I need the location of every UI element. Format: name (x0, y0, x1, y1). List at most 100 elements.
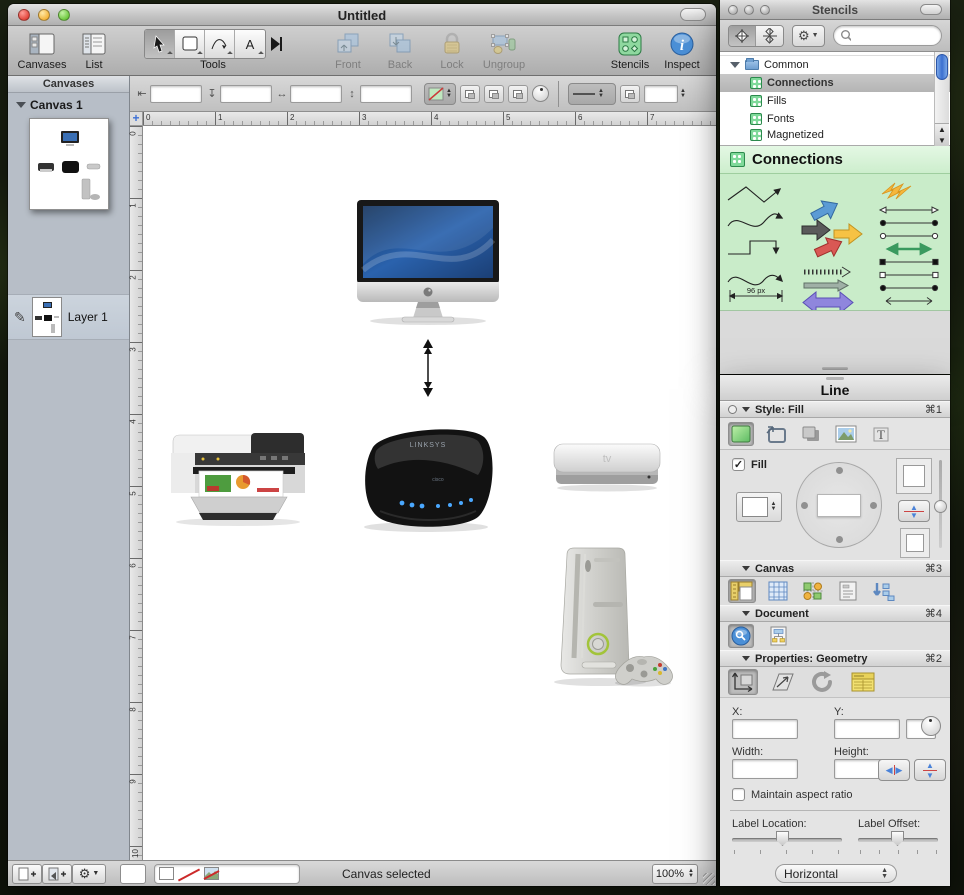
canvas-action-menu-button[interactable]: ⚙▼ (72, 864, 106, 884)
geometry-section-header[interactable]: Properties: Geometry ⌘2 (720, 650, 950, 667)
object-y-field[interactable] (220, 85, 272, 103)
collapse-triangle-icon[interactable] (742, 611, 750, 616)
slider-thumb[interactable] (934, 500, 947, 513)
canvas-object-imac[interactable] (356, 200, 501, 331)
stencil-view-single-button[interactable] (729, 26, 756, 46)
document-section-header[interactable]: Document ⌘4 (720, 605, 950, 622)
image-tab[interactable] (833, 422, 859, 446)
stencil-item-fills[interactable]: Fills (720, 92, 950, 110)
canvas-section-header[interactable]: Canvas ⌘3 (720, 560, 950, 577)
ungroup-button[interactable]: Ungroup (478, 29, 530, 71)
line-width-stepper[interactable]: ▲▼ (680, 89, 686, 99)
rotation-tab[interactable] (808, 669, 838, 695)
stroke-none-chip[interactable] (179, 867, 199, 880)
collapse-triangle-icon[interactable] (742, 656, 750, 661)
canvas-object-printer[interactable] (163, 426, 313, 533)
maintain-aspect-checkbox[interactable] (732, 788, 745, 801)
horizontal-ruler[interactable]: 0 1 2 3 4 5 6 7 (143, 112, 716, 126)
collapse-triangle-icon[interactable] (742, 407, 750, 412)
search-input[interactable] (854, 30, 935, 42)
dial-dot-west[interactable] (801, 502, 808, 509)
shear-tab[interactable] (768, 669, 798, 695)
stencil-item-connections[interactable]: Connections (720, 74, 950, 92)
geometry-width-field[interactable] (732, 759, 798, 779)
label-location-slider[interactable] (732, 838, 842, 842)
scrollbar-thumb[interactable] (936, 54, 948, 80)
corner-style-button[interactable] (620, 85, 640, 103)
fill-tab[interactable] (728, 422, 754, 446)
stencil-resize-handle[interactable] (822, 367, 848, 370)
disclosure-triangle-icon[interactable] (730, 62, 740, 68)
text-tool[interactable]: A (235, 30, 265, 58)
zoom-stepper[interactable]: ▲▼ (688, 869, 694, 879)
line-style-button[interactable]: ▲▼ (568, 83, 616, 105)
connections-stencil-preview[interactable]: 96 px (720, 174, 950, 310)
tools-expand-icon[interactable] (270, 35, 282, 53)
geometry-x-field[interactable] (732, 719, 798, 739)
rotation-dial[interactable] (921, 716, 941, 736)
rotation-knob[interactable] (532, 85, 549, 102)
slider-thumb[interactable] (776, 831, 789, 846)
label-offset-slider[interactable] (858, 838, 938, 842)
shadow-option-button-2[interactable] (484, 85, 504, 103)
shadow-option-button-1[interactable] (460, 85, 480, 103)
fill-preview-bottom[interactable] (900, 528, 930, 558)
alignment-tab[interactable] (800, 579, 826, 603)
shadow-tab[interactable] (798, 422, 824, 446)
color-stepper[interactable]: ▲▼ (771, 502, 777, 512)
slider-thumb[interactable] (891, 831, 904, 846)
fill-color-well[interactable]: ▲▼ (736, 492, 782, 522)
line-width-field[interactable] (644, 85, 678, 103)
canvas-1-thumbnail[interactable] (29, 118, 109, 210)
canvases-button[interactable]: Canvases (16, 29, 68, 71)
canvas-object-xbox-360[interactable] (538, 544, 676, 694)
line-tool[interactable] (205, 30, 235, 58)
document-magnify-tab[interactable] (728, 624, 754, 648)
selection-tool[interactable] (145, 30, 175, 58)
add-canvas-button[interactable] (12, 864, 42, 884)
canvas-object-vertical-double-arrow[interactable] (420, 339, 436, 402)
canvas-object-wireless-router[interactable]: LINKSYS cisco (350, 419, 502, 539)
fill-preview-top[interactable] (896, 458, 932, 494)
gradient-direction-dial[interactable] (796, 462, 882, 548)
style-fill-section-header[interactable]: Style: Fill ⌘1 (720, 401, 950, 418)
text-style-tab[interactable]: T (868, 422, 894, 446)
note-tab[interactable] (848, 669, 878, 695)
shadow-option-button-3[interactable] (508, 85, 528, 103)
dial-center-swatch[interactable] (817, 494, 861, 517)
stencil-folder-common[interactable]: Common (720, 56, 950, 74)
dial-dot-north[interactable] (836, 467, 843, 474)
collapse-triangle-icon[interactable] (742, 566, 750, 571)
grid-tab[interactable] (765, 579, 791, 603)
canvas-fill-swatch[interactable] (120, 864, 146, 884)
back-button[interactable]: Back (374, 29, 426, 71)
drawing-canvas[interactable]: LINKSYS cisco (143, 126, 716, 860)
swap-colors-button[interactable]: ▲▼ (898, 500, 930, 522)
fill-none-chip[interactable] (159, 867, 174, 880)
object-width-field[interactable] (290, 85, 342, 103)
inspect-button[interactable]: i Inspect (656, 29, 708, 71)
layer-1-row[interactable]: ✎ Layer 1 (8, 294, 129, 340)
geometry-y-field[interactable] (834, 719, 900, 739)
fill-style-button[interactable]: ▲▼ (424, 83, 456, 105)
add-layer-button[interactable] (42, 864, 72, 884)
stencil-list-scrollbar[interactable]: ▲▼ (934, 52, 949, 146)
canvas-1-row[interactable]: Canvas 1 (8, 93, 129, 114)
fill-checkbox[interactable]: ✓ (732, 458, 745, 471)
inspector-drag-handle[interactable] (826, 377, 844, 380)
flip-horizontal-button[interactable]: ◀▶ (878, 759, 910, 781)
toolbar-toggle-button[interactable] (680, 8, 706, 21)
diagram-layout-tab[interactable] (870, 579, 896, 603)
main-titlebar[interactable]: Untitled (8, 4, 716, 26)
fill-opacity-slider[interactable] (939, 460, 942, 548)
stencils-titlebar[interactable]: Stencils (720, 0, 950, 20)
object-height-field[interactable] (360, 85, 412, 103)
canvas-size-tab[interactable] (728, 579, 756, 603)
object-x-field[interactable] (150, 85, 202, 103)
shape-tool[interactable] (175, 30, 205, 58)
image-none-chip[interactable] (204, 867, 219, 880)
inspector-titlebar[interactable]: Line (720, 375, 950, 401)
document-data-tab[interactable] (766, 624, 792, 648)
dial-dot-east[interactable] (870, 502, 877, 509)
stencil-search-field[interactable] (833, 25, 942, 46)
